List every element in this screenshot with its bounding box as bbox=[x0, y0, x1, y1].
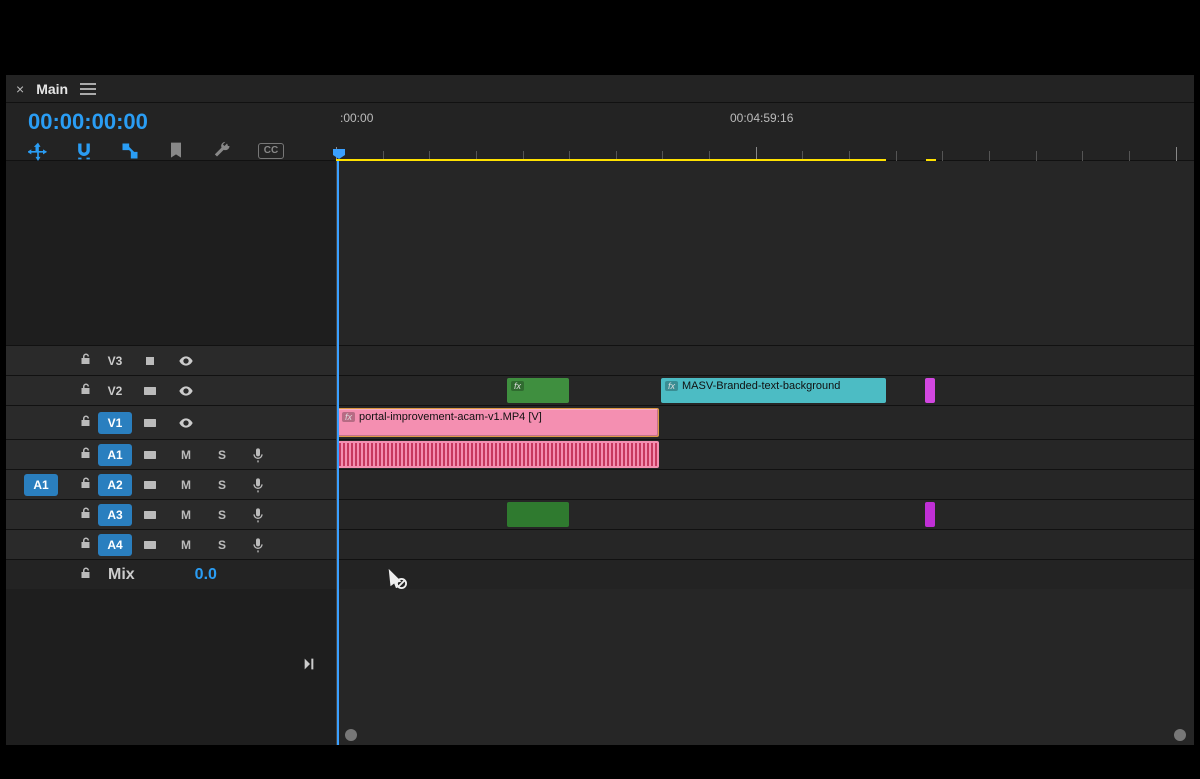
mix-label: Mix bbox=[108, 566, 135, 584]
solo-button[interactable]: S bbox=[204, 478, 240, 492]
mic-icon[interactable] bbox=[240, 477, 276, 493]
mix-gain-value[interactable]: 0.0 bbox=[195, 566, 217, 584]
track-name[interactable]: A3 bbox=[98, 504, 132, 526]
track-header-v1[interactable]: V1 bbox=[6, 405, 336, 439]
track-header-a1[interactable]: A1 M S bbox=[6, 439, 336, 469]
lock-toggle-icon[interactable] bbox=[74, 353, 98, 368]
lane-mix[interactable] bbox=[337, 559, 1194, 589]
track-header-v2[interactable]: V2 bbox=[6, 375, 336, 405]
clip-a3-magenta[interactable] bbox=[925, 502, 935, 527]
captions-toggle[interactable]: CC bbox=[258, 143, 284, 159]
tab-bar: × Main bbox=[6, 75, 1194, 103]
clip-label: portal-improvement-acam-v1.MP4 [V] bbox=[359, 411, 542, 423]
clip-v2-magenta[interactable] bbox=[925, 378, 935, 403]
horizontal-zoom-bar[interactable] bbox=[345, 729, 1186, 741]
close-tab-button[interactable]: × bbox=[16, 81, 24, 97]
track-header-v3[interactable]: V3 bbox=[6, 345, 336, 375]
empty-tracks-area bbox=[6, 161, 336, 345]
keyframe-icon[interactable] bbox=[132, 447, 168, 463]
mute-button[interactable]: M bbox=[168, 478, 204, 492]
linked-selection-icon[interactable] bbox=[120, 141, 140, 161]
track-header-a2[interactable]: A1 A2 M S bbox=[6, 469, 336, 499]
keyframe-icon[interactable] bbox=[132, 537, 168, 553]
timeline-header: 00:00:00:00 CC :00:00 00:04:59:16 bbox=[6, 103, 1194, 161]
playhead-timecode[interactable]: 00:00:00:00 bbox=[28, 109, 148, 135]
eye-icon[interactable] bbox=[168, 353, 204, 369]
solo-button[interactable]: S bbox=[204, 448, 240, 462]
zoom-handle-left[interactable] bbox=[345, 729, 357, 741]
lock-toggle-icon[interactable] bbox=[74, 447, 98, 462]
clip-v2-green[interactable]: fx bbox=[507, 378, 569, 403]
clip-label: MASV-Branded-text-background bbox=[682, 380, 840, 392]
timeline-tracks-area[interactable]: fx fxMASV-Branded-text-background fxport… bbox=[336, 161, 1194, 745]
fx-badge: fx bbox=[342, 412, 355, 422]
clip-v2-teal[interactable]: fx MASV-Branded-text-background bbox=[661, 378, 886, 403]
track-header-a3[interactable]: A3 M S bbox=[6, 499, 336, 529]
clip-a1-audio[interactable] bbox=[337, 441, 659, 468]
snap-magnet-icon[interactable] bbox=[74, 141, 94, 161]
track-name[interactable]: V2 bbox=[98, 380, 132, 402]
mic-icon[interactable] bbox=[240, 507, 276, 523]
track-headers: V3 V2 V1 bbox=[6, 161, 336, 745]
waveform bbox=[339, 443, 657, 466]
film-strip-icon[interactable] bbox=[132, 353, 168, 369]
keyframe-icon[interactable] bbox=[132, 507, 168, 523]
marker-icon[interactable] bbox=[166, 141, 186, 161]
ruler-label: 00:04:59:16 bbox=[730, 111, 793, 125]
mute-button[interactable]: M bbox=[168, 538, 204, 552]
lock-toggle-icon[interactable] bbox=[74, 507, 98, 522]
timeline-body: V3 V2 V1 bbox=[6, 161, 1194, 745]
eye-icon[interactable] bbox=[168, 415, 204, 431]
mic-icon[interactable] bbox=[240, 447, 276, 463]
no-drop-cursor-icon bbox=[385, 567, 407, 594]
mic-icon[interactable] bbox=[240, 537, 276, 553]
track-name[interactable]: A1 bbox=[98, 444, 132, 466]
jump-to-end-icon[interactable] bbox=[302, 656, 318, 677]
eye-icon[interactable] bbox=[168, 383, 204, 399]
fx-badge: fx bbox=[511, 381, 524, 391]
solo-button[interactable]: S bbox=[204, 538, 240, 552]
lane-a3[interactable] bbox=[337, 499, 1194, 529]
panel-menu-icon[interactable] bbox=[80, 83, 96, 95]
lane-a1[interactable] bbox=[337, 439, 1194, 469]
lock-toggle-icon[interactable] bbox=[74, 537, 98, 552]
mix-track-row[interactable]: Mix 0.0 bbox=[6, 559, 336, 589]
ruler-label: :00:00 bbox=[340, 111, 373, 125]
track-name[interactable]: V1 bbox=[98, 412, 132, 434]
lock-toggle-icon[interactable] bbox=[74, 566, 98, 584]
settings-wrench-icon[interactable] bbox=[212, 141, 232, 161]
lock-toggle-icon[interactable] bbox=[74, 383, 98, 398]
keyframe-icon[interactable] bbox=[132, 477, 168, 493]
track-name[interactable]: A4 bbox=[98, 534, 132, 556]
solo-button[interactable]: S bbox=[204, 508, 240, 522]
track-header-a4[interactable]: A4 M S bbox=[6, 529, 336, 559]
insert-overwrite-icon[interactable] bbox=[28, 141, 48, 161]
lane-a4[interactable] bbox=[337, 529, 1194, 559]
playhead[interactable] bbox=[337, 161, 339, 745]
film-strip-icon[interactable] bbox=[132, 383, 168, 399]
lane-v1[interactable]: fx portal-improvement-acam-v1.MP4 [V] bbox=[337, 405, 1194, 439]
clip-v1-pink[interactable]: fx portal-improvement-acam-v1.MP4 [V] bbox=[337, 408, 659, 437]
track-name[interactable]: V3 bbox=[98, 350, 132, 372]
lock-toggle-icon[interactable] bbox=[74, 415, 98, 430]
time-ruler[interactable]: :00:00 00:04:59:16 bbox=[336, 103, 1184, 161]
track-name[interactable]: A2 bbox=[98, 474, 132, 496]
mute-button[interactable]: M bbox=[168, 508, 204, 522]
fx-badge: fx bbox=[665, 381, 678, 391]
lane-a2[interactable] bbox=[337, 469, 1194, 499]
sequence-tab-title[interactable]: Main bbox=[36, 81, 68, 97]
lock-toggle-icon[interactable] bbox=[74, 477, 98, 492]
zoom-handle-right[interactable] bbox=[1174, 729, 1186, 741]
timeline-toolbar: CC bbox=[28, 141, 284, 161]
source-patch[interactable]: A1 bbox=[24, 474, 58, 496]
timeline-panel: × Main 00:00:00:00 CC :00:00 bbox=[6, 75, 1194, 745]
lane-v2[interactable]: fx fx MASV-Branded-text-background bbox=[337, 375, 1194, 405]
lane-v3[interactable] bbox=[337, 345, 1194, 375]
mute-button[interactable]: M bbox=[168, 448, 204, 462]
film-strip-icon[interactable] bbox=[132, 415, 168, 431]
clip-a3-green[interactable] bbox=[507, 502, 569, 527]
